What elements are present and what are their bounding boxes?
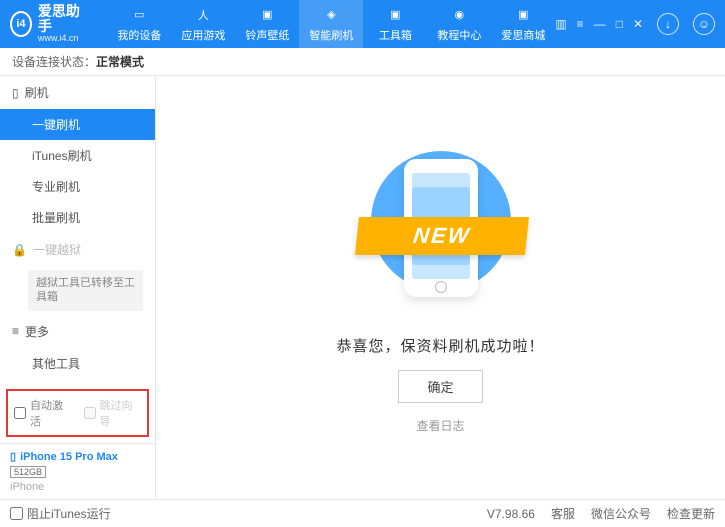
more-icon: ≡	[12, 324, 19, 338]
device-info: ▯iPhone 15 Pro Max 512GB iPhone	[0, 443, 155, 499]
window-controls: ▥ ≡ — □ ✕ ↓ ☺	[555, 13, 715, 35]
sidebar-item-pro[interactable]: 专业刷机	[0, 171, 155, 202]
version-label: V7.98.66	[487, 507, 535, 521]
nav-apps[interactable]: 人应用游戏	[171, 0, 235, 48]
flash-icon: ◈	[322, 6, 340, 24]
close-icon[interactable]: ✕	[633, 17, 643, 31]
apps-icon: 人	[194, 6, 212, 24]
app-subtitle: www.i4.cn	[38, 34, 83, 44]
storage-badge: 512GB	[10, 466, 46, 478]
nav-my-device[interactable]: ▭我的设备	[107, 0, 171, 48]
auto-activate-checkbox[interactable]: 自动激活	[14, 397, 72, 429]
app-logo: i4 爱思助手 www.i4.cn	[10, 4, 83, 45]
main-content: NEW 恭喜您，保资料刷机成功啦！ 确定 查看日志	[156, 76, 725, 499]
nav-tutorials[interactable]: ◉教程中心	[427, 0, 491, 48]
check-update-link[interactable]: 检查更新	[667, 505, 715, 522]
user-icon[interactable]: ☺	[693, 13, 715, 35]
device-icon: ▭	[130, 6, 148, 24]
success-message: 恭喜您，保资料刷机成功啦！	[336, 335, 544, 356]
wechat-link[interactable]: 微信公众号	[591, 505, 651, 522]
nav-toolbox[interactable]: ▣工具箱	[363, 0, 427, 48]
main-nav: ▭我的设备 人应用游戏 ▣铃声壁纸 ◈智能刷机 ▣工具箱 ◉教程中心 ▣爱思商城	[107, 0, 555, 48]
sidebar-item-itunes[interactable]: iTunes刷机	[0, 140, 155, 171]
ok-button[interactable]: 确定	[398, 370, 482, 403]
block-itunes-checkbox[interactable]: 阻止iTunes运行	[10, 505, 111, 522]
tutorial-icon: ◉	[450, 6, 468, 24]
success-illustration: NEW	[341, 141, 541, 321]
device-type: iPhone	[10, 481, 145, 493]
nav-store[interactable]: ▣爱思商城	[491, 0, 555, 48]
sidebar-group-jailbreak: 🔒一键越狱	[0, 233, 155, 266]
sidebar-item-batch[interactable]: 批量刷机	[0, 202, 155, 233]
device-status-bar: 设备连接状态： 正常模式	[0, 48, 725, 76]
skip-guide-checkbox[interactable]: 跳过向导	[84, 397, 142, 429]
minimize-icon[interactable]: —	[594, 17, 606, 31]
sidebar-item-oneclick[interactable]: 一键刷机	[0, 109, 155, 140]
new-ribbon: NEW	[355, 217, 529, 255]
status-value: 正常模式	[96, 53, 144, 70]
options-icon[interactable]: ≡	[577, 17, 584, 31]
nav-ringtones[interactable]: ▣铃声壁纸	[235, 0, 299, 48]
jailbreak-note: 越狱工具已转移至工具箱	[28, 270, 143, 311]
nav-flash[interactable]: ◈智能刷机	[299, 0, 363, 48]
toolbox-icon: ▣	[386, 6, 404, 24]
ringtone-icon: ▣	[258, 6, 276, 24]
phone-icon: ▯	[10, 450, 16, 463]
download-icon[interactable]: ↓	[657, 13, 679, 35]
sidebar-item-othertools[interactable]: 其他工具	[0, 348, 155, 379]
titlebar: i4 爱思助手 www.i4.cn ▭我的设备 人应用游戏 ▣铃声壁纸 ◈智能刷…	[0, 0, 725, 48]
store-icon: ▣	[514, 6, 532, 24]
sidebar-group-flash[interactable]: ▯刷机	[0, 76, 155, 109]
device-name[interactable]: ▯iPhone 15 Pro Max	[10, 450, 145, 463]
logo-icon: i4	[10, 11, 32, 37]
support-link[interactable]: 客服	[551, 505, 575, 522]
lock-icon: 🔒	[12, 243, 27, 257]
phone-icon: ▯	[12, 86, 19, 100]
footer: 阻止iTunes运行 V7.98.66 客服 微信公众号 检查更新	[0, 499, 725, 527]
menu-icon[interactable]: ▥	[555, 17, 566, 31]
sidebar: ▯刷机 一键刷机 iTunes刷机 专业刷机 批量刷机 🔒一键越狱 越狱工具已转…	[0, 76, 156, 499]
view-log-link[interactable]: 查看日志	[416, 417, 464, 434]
status-label: 设备连接状态：	[12, 53, 96, 70]
sidebar-item-download-fw[interactable]: 下载固件	[0, 379, 155, 385]
app-title: 爱思助手	[38, 4, 83, 35]
maximize-icon[interactable]: □	[616, 17, 623, 31]
highlighted-options: 自动激活 跳过向导	[6, 389, 149, 437]
sidebar-group-more[interactable]: ≡更多	[0, 315, 155, 348]
